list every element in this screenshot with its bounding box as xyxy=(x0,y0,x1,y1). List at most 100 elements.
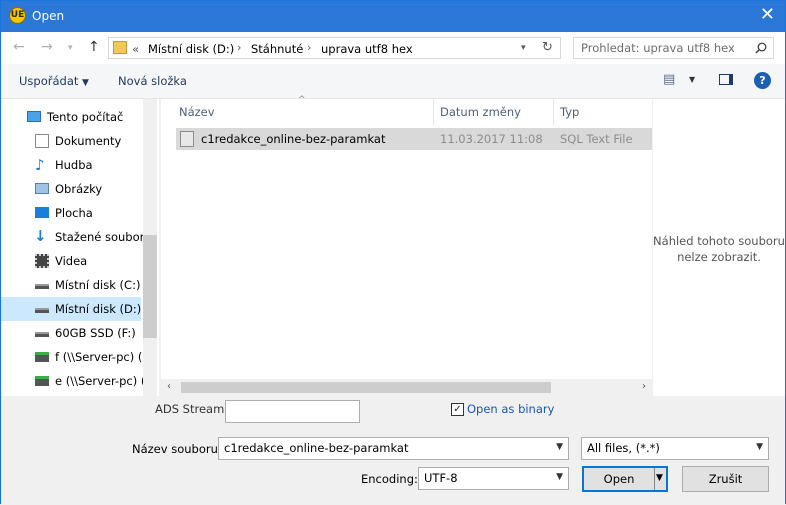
sidebar-item-drive-f[interactable]: 60GB SSD (F:) xyxy=(1,321,143,345)
preview-pane-icon[interactable] xyxy=(719,74,733,85)
view-chevron-icon[interactable]: ▼ xyxy=(689,75,695,84)
sidebar-item-label: Stažené soubory xyxy=(55,230,143,244)
address-dropdown-icon[interactable]: ▾ xyxy=(521,43,526,53)
sidebar-item-documents[interactable]: Dokumenty xyxy=(1,129,143,153)
sidebar-item-network-e[interactable]: e (\\Server-pc) ( xyxy=(1,369,143,393)
breadcrumb-item[interactable]: Stáhnuté xyxy=(251,42,303,56)
sidebar-item-this-pc[interactable]: Tento počítač xyxy=(1,105,143,129)
open-as-binary-checkbox[interactable]: ✓ xyxy=(451,403,464,416)
organize-label: Uspořádat xyxy=(19,74,79,88)
sidebar-item-label: f (\\Server-pc) (S xyxy=(55,350,143,364)
column-divider[interactable] xyxy=(553,99,554,125)
sidebar-item-music[interactable]: ♪ Hudba xyxy=(1,153,143,177)
open-dialog: UE Open ✕ ← → ▾ ↑ « Místní disk (D:) › S… xyxy=(0,0,786,505)
column-header-name[interactable]: Název xyxy=(179,99,215,125)
search-icon[interactable] xyxy=(755,42,767,54)
encoding-select[interactable]: UTF-8 ▼ xyxy=(418,467,569,490)
pictures-icon xyxy=(35,183,49,194)
navigation-scrollbar-thumb[interactable] xyxy=(143,235,157,338)
breadcrumb-item[interactable]: uprava utf8 hex xyxy=(321,42,413,56)
breadcrumb-separator-icon[interactable]: › xyxy=(237,41,241,54)
navigation-bar: ← → ▾ ↑ « Místní disk (D:) › Stáhnuté › … xyxy=(1,32,785,64)
drive-icon xyxy=(35,284,49,289)
drive-icon xyxy=(35,332,49,337)
preview-message-line: nelze zobrazit. xyxy=(677,250,761,264)
chevron-down-icon[interactable]: ▼ xyxy=(556,472,563,482)
horizontal-scrollbar-thumb[interactable] xyxy=(181,382,551,393)
sidebar-item-network-f[interactable]: f (\\Server-pc) (S xyxy=(1,345,143,369)
organize-button[interactable]: Uspořádat ▼ xyxy=(19,74,89,88)
file-row[interactable]: c1redakce_online-bez-paramkat 11.03.2017… xyxy=(176,128,652,150)
file-type: SQL Text File xyxy=(560,132,633,146)
column-divider[interactable] xyxy=(433,99,434,125)
ads-stream-label: ADS Stream: xyxy=(155,402,229,416)
network-drive-icon xyxy=(35,352,49,362)
folder-icon xyxy=(113,41,127,54)
new-folder-button[interactable]: Nová složka xyxy=(118,74,187,88)
chevron-down-icon[interactable]: ▼ xyxy=(756,442,763,452)
ultraedit-app-icon: UE xyxy=(9,7,26,24)
sidebar-item-drive-c[interactable]: Místní disk (C:) xyxy=(1,273,143,297)
help-icon[interactable]: ? xyxy=(754,72,771,89)
sidebar-item-label: Obrázky xyxy=(55,182,103,196)
sidebar-item-drive-d[interactable]: Místní disk (D:) xyxy=(1,297,141,321)
sidebar-item-downloads[interactable]: ↓ Stažené soubory xyxy=(1,225,143,249)
computer-icon xyxy=(27,111,41,122)
sidebar-item-label: Místní disk (C:) xyxy=(55,278,141,292)
recent-locations-chevron-icon[interactable]: ▾ xyxy=(68,43,73,53)
open-button-label: Open xyxy=(603,472,635,486)
horizontal-scrollbar[interactable]: ‹ › xyxy=(161,379,652,396)
music-icon: ♪ xyxy=(35,156,45,174)
open-button[interactable]: Open ▼ xyxy=(582,466,668,492)
scroll-left-icon[interactable]: ‹ xyxy=(167,381,171,392)
chevron-down-icon[interactable]: ▼ xyxy=(556,442,563,452)
title-bar: UE Open ✕ xyxy=(1,1,785,32)
encoding-label: Encoding: xyxy=(361,472,418,486)
sidebar-item-videos[interactable]: Videa xyxy=(1,249,143,273)
filename-combo[interactable]: c1redakce_online-bez-paramkat ▼ xyxy=(218,437,569,460)
sidebar-item-label: Hudba xyxy=(55,158,93,172)
filename-input[interactable]: c1redakce_online-bez-paramkat xyxy=(224,441,408,455)
chevron-down-icon: ▼ xyxy=(82,78,89,88)
network-drive-icon xyxy=(35,376,49,386)
breadcrumb-item[interactable]: Místní disk (D:) xyxy=(148,42,234,56)
sidebar-item-label: Místní disk (D:) xyxy=(55,302,141,316)
documents-icon xyxy=(35,134,49,148)
column-header-type[interactable]: Typ xyxy=(560,99,579,125)
downloads-icon: ↓ xyxy=(34,227,47,245)
drive-icon xyxy=(35,308,49,313)
view-options-icon[interactable]: ▤ xyxy=(663,72,675,87)
sidebar-item-label: Dokumenty xyxy=(55,134,122,148)
split-button-divider xyxy=(654,468,655,490)
close-icon[interactable]: ✕ xyxy=(760,5,775,25)
sidebar-item-label: Videa xyxy=(55,254,88,268)
command-toolbar: Uspořádat ▼ Nová složka ▤ ▼ ? xyxy=(1,64,785,99)
file-type-filter-value: All files, (*.*) xyxy=(587,441,660,455)
cancel-button[interactable]: Zrušit xyxy=(682,466,769,492)
preview-pane: Náhled tohoto souboru nelze zobrazit. xyxy=(653,99,785,396)
breadcrumb-separator-icon[interactable]: › xyxy=(307,41,311,54)
search-box[interactable]: Prohledat: uprava utf8 hex xyxy=(573,37,774,59)
refresh-icon[interactable]: ↻ xyxy=(542,40,553,55)
back-arrow-icon[interactable]: ← xyxy=(13,39,25,55)
file-type-filter[interactable]: All files, (*.*) ▼ xyxy=(581,437,769,460)
sidebar-item-desktop[interactable]: Plocha xyxy=(1,201,143,225)
videos-icon xyxy=(35,254,49,268)
sql-file-icon xyxy=(180,131,194,147)
sidebar-item-pictures[interactable]: Obrázky xyxy=(1,177,143,201)
sidebar-item-label: Tento počítač xyxy=(47,110,124,124)
search-input[interactable]: Prohledat: uprava utf8 hex xyxy=(581,41,735,55)
address-bar[interactable]: « Místní disk (D:) › Stáhnuté › uprava u… xyxy=(108,37,561,59)
ads-stream-input[interactable] xyxy=(225,400,360,423)
file-name: c1redakce_online-bez-paramkat xyxy=(201,132,386,146)
sort-ascending-icon: ^ xyxy=(298,95,306,105)
up-arrow-icon[interactable]: ↑ xyxy=(88,39,100,55)
column-header-date[interactable]: Datum změny xyxy=(440,99,521,125)
scroll-right-icon[interactable]: › xyxy=(642,381,646,392)
desktop-icon xyxy=(35,207,49,218)
forward-arrow-icon[interactable]: → xyxy=(41,39,53,55)
open-options-chevron-icon[interactable]: ▼ xyxy=(656,473,663,483)
open-as-binary-label[interactable]: Open as binary xyxy=(467,402,554,416)
sidebar-item-label: e (\\Server-pc) ( xyxy=(55,374,143,388)
breadcrumb-overflow[interactable]: « xyxy=(132,42,139,56)
